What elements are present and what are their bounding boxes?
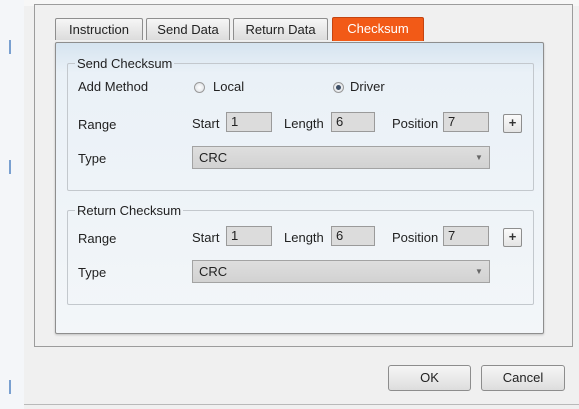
return-type-value: CRC [199,264,228,279]
radio-local[interactable] [194,82,205,93]
ok-button[interactable]: OK [388,365,471,391]
send-length-label: Length [284,116,324,131]
edge-marker [9,40,11,54]
send-start-label: Start [192,116,220,131]
add-method-label: Add Method [78,79,149,94]
return-length-input[interactable]: 6 [331,226,375,246]
radio-selected-dot [336,85,341,90]
tab-send-data[interactable]: Send Data [146,18,230,40]
send-length-input[interactable]: 6 [331,112,375,132]
chevron-down-icon[interactable]: ▼ [473,147,485,168]
return-position-input[interactable]: 7 [443,226,489,246]
edge-marker [9,160,11,174]
return-start-input[interactable]: 1 [226,226,272,246]
dialog-bottom-border [24,404,579,405]
tab-checksum[interactable]: Checksum [332,17,424,41]
send-type-select[interactable]: CRC ▼ [192,146,490,169]
return-start-label: Start [192,230,220,245]
radio-driver-label[interactable]: Driver [350,79,385,94]
radio-driver[interactable] [333,82,344,93]
tab-instruction[interactable]: Instruction [55,18,143,40]
send-range-label: Range [78,117,117,132]
send-position-input[interactable]: 7 [443,112,489,132]
return-range-label: Range [78,231,117,246]
edge-marker [9,380,11,394]
return-type-label: Type [78,265,107,280]
radio-local-label[interactable]: Local [213,79,244,94]
return-checksum-title: Return Checksum [77,203,182,218]
send-type-label: Type [78,151,107,166]
send-checksum-title: Send Checksum [77,56,173,71]
checksum-panel: Send Checksum Add Method Local Driver Ra… [55,42,544,334]
return-type-select[interactable]: CRC ▼ [192,260,490,283]
chevron-down-icon[interactable]: ▼ [473,261,485,282]
return-length-label: Length [284,230,324,245]
cancel-button[interactable]: Cancel [481,365,565,391]
return-add-button[interactable]: + [503,228,522,247]
send-position-label: Position [392,116,439,131]
send-type-value: CRC [199,150,228,165]
send-start-input[interactable]: 1 [226,112,272,132]
tab-return-data[interactable]: Return Data [233,18,328,40]
parent-window-edge [0,0,24,409]
return-position-label: Position [392,230,439,245]
return-checksum-group: Return Checksum [67,203,534,305]
send-add-button[interactable]: + [503,114,522,133]
